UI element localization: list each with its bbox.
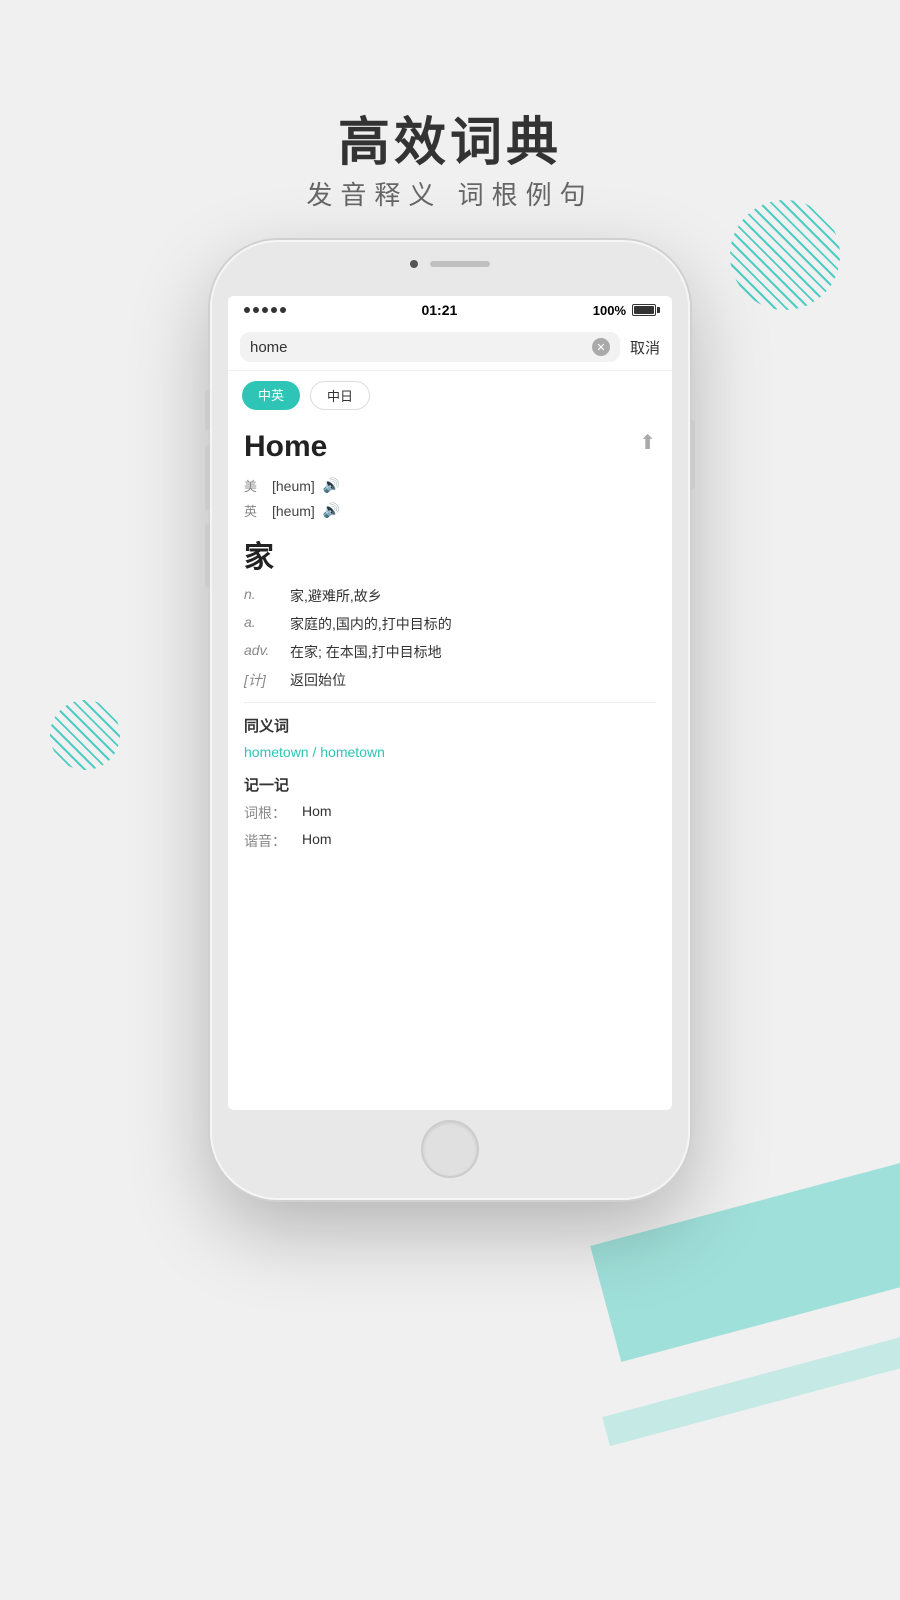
pos-adv: adv. [244,642,274,662]
language-tabs: 中英 中日 [228,371,672,420]
memory-root: 词根： Hom [244,803,656,823]
battery-percent: 100% [593,303,626,318]
battery-fill [634,306,654,314]
signal-dot-4 [271,307,277,313]
clear-search-button[interactable]: ✕ [592,338,610,356]
def-adv: 在家; 在本国,打中目标地 [290,642,656,662]
status-bar: 01:21 100% [228,296,672,324]
app-subtitle: 发音释义 词根例句 [0,175,900,212]
dictionary-content: Home ⬆ 美 [heum] 🔊 英 [heum] 🔊 家 [228,420,672,869]
synonym-links[interactable]: hometown / hometown [244,744,656,760]
battery-icon [632,304,656,316]
tab-chinese-japanese[interactable]: 中日 [310,381,370,410]
phonetic-label: 谐音： [244,831,294,851]
pos-computing: [计] [244,670,274,690]
pos-noun: n. [244,586,274,606]
play-us-audio-button[interactable]: 🔊 [323,477,340,494]
region-us: 美 [244,476,264,495]
memory-title: 记一记 [244,774,656,795]
def-computing: 返回始位 [290,670,656,690]
definition-adv: adv. 在家; 在本国,打中目标地 [244,642,656,662]
memory-phonetic: 谐音： Hom [244,831,656,851]
chinese-char: 家 [244,532,656,576]
definition-computing: [计] 返回始位 [244,670,656,690]
signal-dot-5 [280,307,286,313]
synonyms-title: 同义词 [244,715,656,736]
cancel-button[interactable]: 取消 [630,337,660,358]
status-right-group: 100% [593,303,656,318]
share-icon[interactable]: ⬆ [639,430,656,455]
tab-chinese-english[interactable]: 中英 [242,381,300,410]
root-value: Hom [302,803,332,823]
word-header: Home ⬆ [244,430,656,464]
play-uk-audio-button[interactable]: 🔊 [323,502,340,519]
deco-circle-top-right [730,200,840,310]
section-divider [244,702,656,703]
phone-screen: 01:21 100% home ✕ 取消 中英 中日 [228,296,672,1110]
pos-adj: a. [244,614,274,634]
pronunciation-uk: 英 [heum] 🔊 [244,501,656,520]
pronunciation-us: 美 [heum] 🔊 [244,476,656,495]
ipa-us: [heum] [272,478,315,494]
def-adj: 家庭的,国内的,打中目标的 [290,614,656,634]
search-input-wrapper[interactable]: home ✕ [240,332,620,362]
volume-down-button [205,523,210,588]
signal-indicator [244,307,286,313]
volume-up-button [205,445,210,510]
power-button [690,420,695,490]
status-time: 01:21 [421,302,457,318]
definition-adj: a. 家庭的,国内的,打中目标的 [244,614,656,634]
region-uk: 英 [244,501,264,520]
search-bar[interactable]: home ✕ 取消 [228,324,672,371]
word-title: Home [244,430,327,464]
mute-button [205,390,210,430]
definition-noun: n. 家,避难所,故乡 [244,586,656,606]
app-title: 高效词典 [0,100,900,175]
signal-dot-3 [262,307,268,313]
signal-dot-2 [253,307,259,313]
def-noun: 家,避难所,故乡 [290,586,656,606]
phone-mockup: 01:21 100% home ✕ 取消 中英 中日 [210,240,690,1200]
earpiece-speaker [430,261,490,267]
phonetic-value: Hom [302,831,332,851]
root-label: 词根： [244,803,294,823]
front-camera [410,260,418,268]
signal-dot-1 [244,307,250,313]
ipa-uk: [heum] [272,503,315,519]
deco-circle-left [50,700,120,770]
search-input[interactable]: home [250,339,584,356]
home-button[interactable] [421,1120,479,1178]
phone-top-notch [410,260,490,268]
phone-body: 01:21 100% home ✕ 取消 中英 中日 [210,240,690,1200]
